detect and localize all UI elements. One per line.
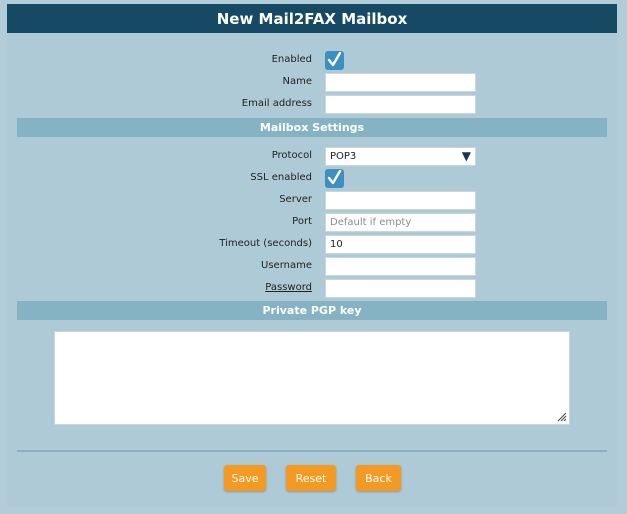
- port-row: Port Default if empty: [7, 213, 617, 232]
- form-divider: [17, 450, 607, 452]
- server-row: Server: [7, 191, 617, 210]
- protocol-row: Protocol POP3 ▼: [7, 147, 617, 166]
- timeout-row: Timeout (seconds) 10: [7, 235, 617, 254]
- email-input[interactable]: [325, 95, 476, 114]
- timeout-label: Timeout (seconds): [219, 238, 312, 249]
- name-row: Name: [7, 73, 617, 92]
- ssl-checkbox[interactable]: [325, 169, 344, 188]
- username-input[interactable]: [325, 257, 476, 276]
- enabled-row: Enabled: [7, 51, 617, 70]
- reset-button[interactable]: Reset: [286, 465, 336, 491]
- username-row: Username: [7, 257, 617, 276]
- enabled-label: Enabled: [271, 54, 312, 65]
- pgp-key-header: Private PGP key: [17, 301, 607, 320]
- protocol-select[interactable]: POP3 ▼: [325, 147, 476, 166]
- server-label: Server: [279, 194, 312, 205]
- email-label: Email address: [241, 98, 312, 109]
- protocol-label: Protocol: [271, 150, 312, 161]
- checkmark-icon: [327, 170, 342, 185]
- mailbox-dialog: New Mail2FAX Mailbox Enabled Name Email …: [7, 4, 617, 506]
- ssl-row: SSL enabled: [7, 169, 617, 188]
- password-row: Password: [7, 279, 617, 298]
- back-button[interactable]: Back: [356, 465, 401, 491]
- save-button[interactable]: Save: [224, 465, 266, 491]
- caret-down-icon: ▼: [461, 149, 471, 163]
- name-input[interactable]: [325, 73, 476, 92]
- enabled-checkbox[interactable]: [325, 51, 344, 70]
- name-label: Name: [282, 76, 312, 87]
- dialog-title: New Mail2FAX Mailbox: [7, 4, 617, 33]
- pgp-key-textarea[interactable]: [54, 331, 570, 425]
- timeout-input[interactable]: 10: [325, 235, 476, 254]
- password-label[interactable]: Password: [265, 282, 312, 293]
- server-input[interactable]: [325, 191, 476, 210]
- port-label: Port: [292, 216, 312, 227]
- checkmark-icon: [327, 52, 342, 67]
- port-input[interactable]: Default if empty: [325, 213, 476, 232]
- protocol-value: POP3: [330, 151, 357, 162]
- password-input[interactable]: [325, 279, 476, 298]
- username-label: Username: [261, 260, 312, 271]
- ssl-label: SSL enabled: [250, 172, 312, 183]
- resize-handle-icon[interactable]: [557, 412, 567, 422]
- mailbox-settings-header: Mailbox Settings: [17, 118, 607, 137]
- email-row: Email address: [7, 95, 617, 114]
